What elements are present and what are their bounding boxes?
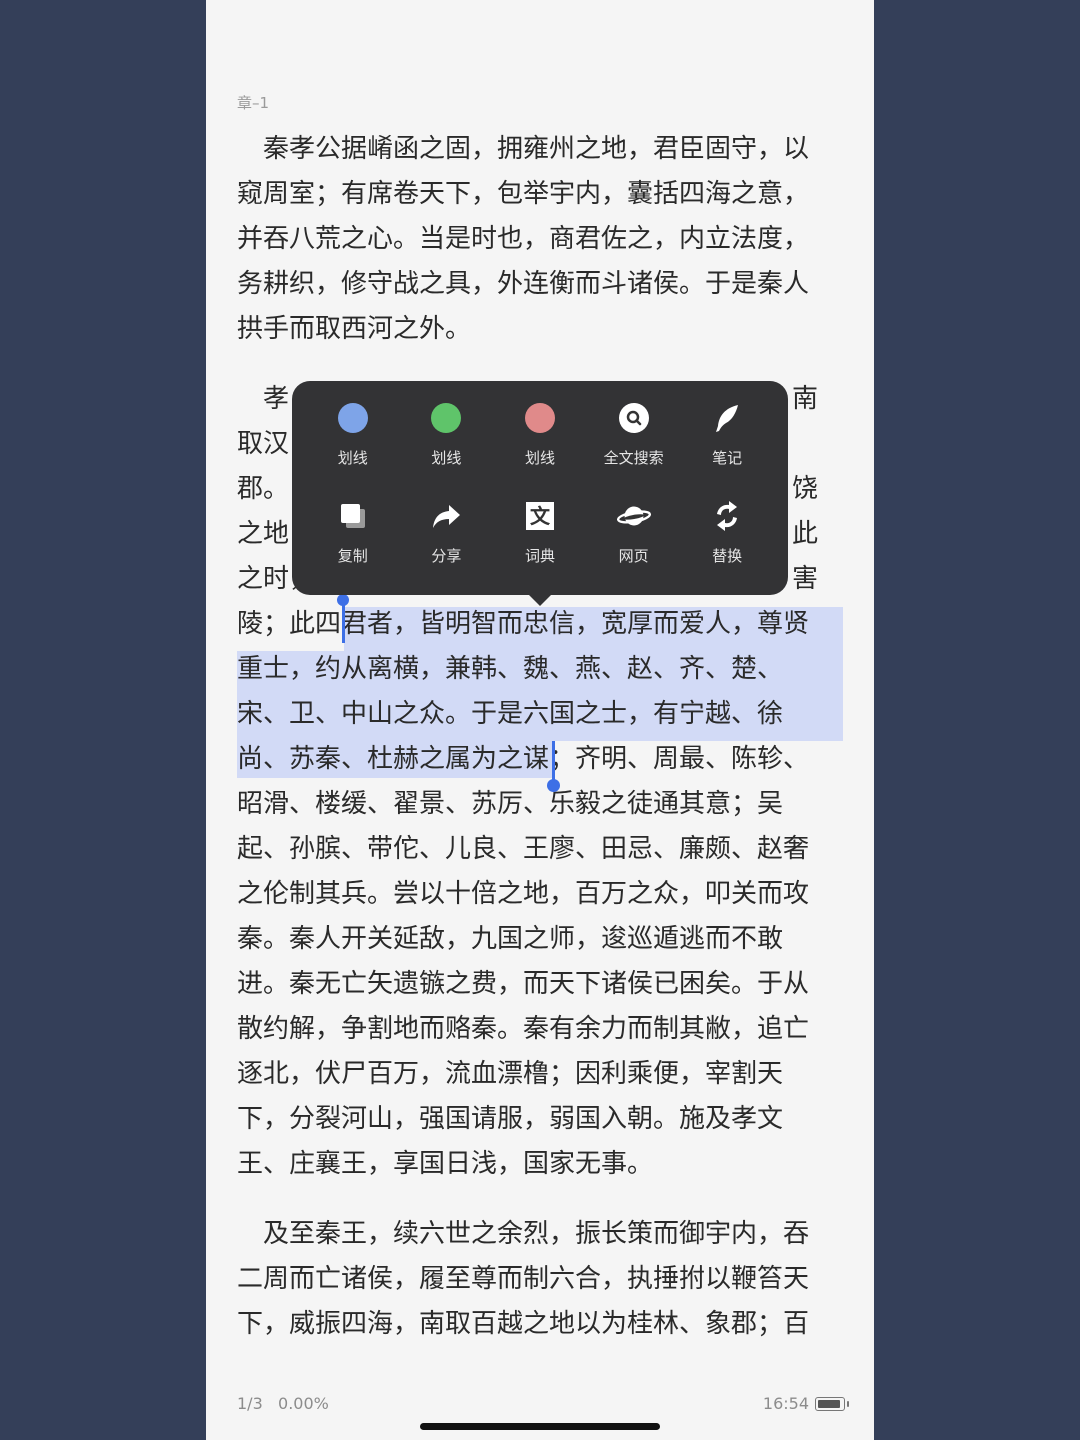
blue-dot-icon [337, 403, 368, 433]
text-line: 二周而亡诸侯，履至尊而制六合，执捶拊以鞭笞天 [237, 1264, 810, 1294]
planet-icon [616, 499, 651, 533]
text-line: 昭滑、楼缓、翟景、苏厉、乐毅之徒通其意；吴 [237, 789, 784, 819]
menu-label: 替换 [712, 547, 743, 565]
selected-text[interactable]: 重士，约从离横，兼韩、魏、燕、赵、齐、楚、 [237, 647, 821, 692]
text-line: 逐北，伏尸百万，流血漂橹；因利乘便，宰割天 [237, 1059, 784, 1089]
menu-row-actions: 复制 分享 文 词典 网页 替换 [306, 499, 774, 589]
page-number: 1/3 [237, 1394, 263, 1413]
menu-label: 词典 [524, 547, 555, 565]
underline-red-button[interactable]: 划线 [493, 401, 587, 491]
status-area: 16:54 [762, 1394, 849, 1413]
clock: 16:54 [762, 1394, 809, 1413]
text-line: 孝 [237, 384, 290, 414]
text-line: ；齐明、周最、陈轸、 [549, 744, 810, 774]
text-line: 及至秦王，续六世之余烈，振长策而御宇内，吞 [237, 1219, 810, 1249]
feather-icon [710, 401, 744, 435]
share-button[interactable]: 分享 [400, 499, 494, 589]
menu-label: 全文搜索 [603, 449, 664, 467]
text-line: 起、孙膑、带佗、儿良、王廖、田忌、廉颇、赵奢 [237, 834, 810, 864]
text-line: 郡。 [237, 474, 290, 504]
replace-icon [710, 499, 744, 533]
menu-label: 笔记 [712, 449, 743, 467]
text-line: 之伦制其兵。尝以十倍之地，百万之众，叩关而攻 [237, 879, 810, 909]
home-indicator[interactable] [420, 1423, 660, 1430]
selected-text[interactable]: 尚、苏秦、杜赫之属为之谋 [237, 744, 549, 774]
menu-label: 复制 [337, 547, 368, 565]
selection-start-caret [342, 600, 345, 643]
selected-text[interactable]: 君者，皆明智而忠信，宽厚而爱人，尊贤 [341, 609, 809, 639]
text-line-end: 此 [792, 519, 819, 549]
text-line: 秦。秦人开关延敌，九国之师，逡巡遁逃而不敢 [237, 924, 784, 954]
text-line: 务耕织，修守战之具，外连衡而斗诸侯。于是秦人 [237, 269, 810, 299]
menu-pointer [528, 594, 552, 606]
full-text-search-button[interactable]: 全文搜索 [587, 401, 681, 491]
text-line: 并吞八荒之心。当是时也，商君佐之，内立法度， [237, 224, 810, 254]
text-line-end: 饶 [792, 474, 819, 504]
reader-page[interactable]: 章–1 秦孝公据崤函之固，拥雍州之地，君臣固守，以 窥周室；有席卷天下，包举宇内… [206, 0, 874, 1440]
text-line: 下，分裂河山，强国请服，弱国入朝。施及孝文 [237, 1104, 784, 1134]
menu-label: 划线 [431, 449, 462, 467]
text-line: 王、庄襄王，享国日浅，国家无事。 [237, 1149, 654, 1179]
underline-blue-button[interactable]: 划线 [306, 401, 400, 491]
menu-label: 划线 [337, 449, 368, 467]
text-line: 之地 [237, 519, 290, 549]
dictionary-icon: 文 [523, 499, 557, 533]
paragraph-3: 及至秦王，续六世之余烈，振长策而御宇内，吞 二周而亡诸侯，履至尊而制六合，执捶拊… [237, 1212, 821, 1347]
note-button[interactable]: 笔记 [680, 401, 774, 491]
reader-text[interactable]: 秦孝公据崤函之固，拥雍州之地，君臣固守，以 窥周室；有席卷天下，包举宇内，囊括四… [237, 127, 821, 1347]
page-indicator: 1/3 0.00% [237, 1394, 329, 1413]
reading-progress: 0.00% [278, 1394, 329, 1413]
menu-label: 划线 [524, 449, 555, 467]
text-line: 散约解，争割地而赂秦。秦有余力而制其敝，追亡 [237, 1014, 810, 1044]
replace-button[interactable]: 替换 [680, 499, 774, 589]
share-icon [429, 499, 463, 533]
selected-text[interactable]: 宋、卫、中山之众。于是六国之士，有宁越、徐 [237, 692, 821, 737]
menu-row-highlight: 划线 划线 划线 全文搜索 笔记 [306, 401, 774, 491]
text-line: 进。秦无亡矢遗镞之费，而天下诸侯已困矣。于从 [237, 969, 810, 999]
menu-label: 分享 [431, 547, 462, 565]
selection-end-caret [552, 741, 555, 783]
battery-icon [815, 1396, 849, 1411]
copy-button[interactable]: 复制 [306, 499, 400, 589]
text-line: 窥周室；有席卷天下，包举宇内，囊括四海之意， [237, 179, 810, 209]
menu-label: 网页 [618, 547, 649, 565]
dictionary-button[interactable]: 文 词典 [493, 499, 587, 589]
red-dot-icon [524, 403, 555, 433]
text-line: 拱手而取西河之外。 [237, 314, 472, 344]
green-dot-icon [431, 403, 462, 433]
text-line: 取汉 [237, 429, 290, 459]
text-line: 下，威振四海，南取百越之地以为桂林、象郡；百 [237, 1309, 810, 1339]
text-line-end: 南 [792, 384, 819, 414]
search-icon [617, 401, 651, 435]
text-line-end: 害 [792, 564, 819, 594]
copy-icon [336, 499, 370, 533]
selection-end-handle[interactable] [547, 779, 560, 792]
text-line: 陵；此四 [237, 609, 342, 639]
paragraph-1: 秦孝公据崤函之固，拥雍州之地，君臣固守，以 窥周室；有席卷天下，包举宇内，囊括四… [237, 127, 821, 352]
text-line: 秦孝公据崤函之固，拥雍州之地，君臣固守，以 [237, 134, 810, 164]
web-button[interactable]: 网页 [587, 499, 681, 589]
underline-green-button[interactable]: 划线 [400, 401, 494, 491]
chapter-label: 章–1 [237, 94, 270, 112]
selection-context-menu: 划线 划线 划线 全文搜索 笔记 复制 分享 文 词典 网页 替换 [292, 381, 788, 595]
